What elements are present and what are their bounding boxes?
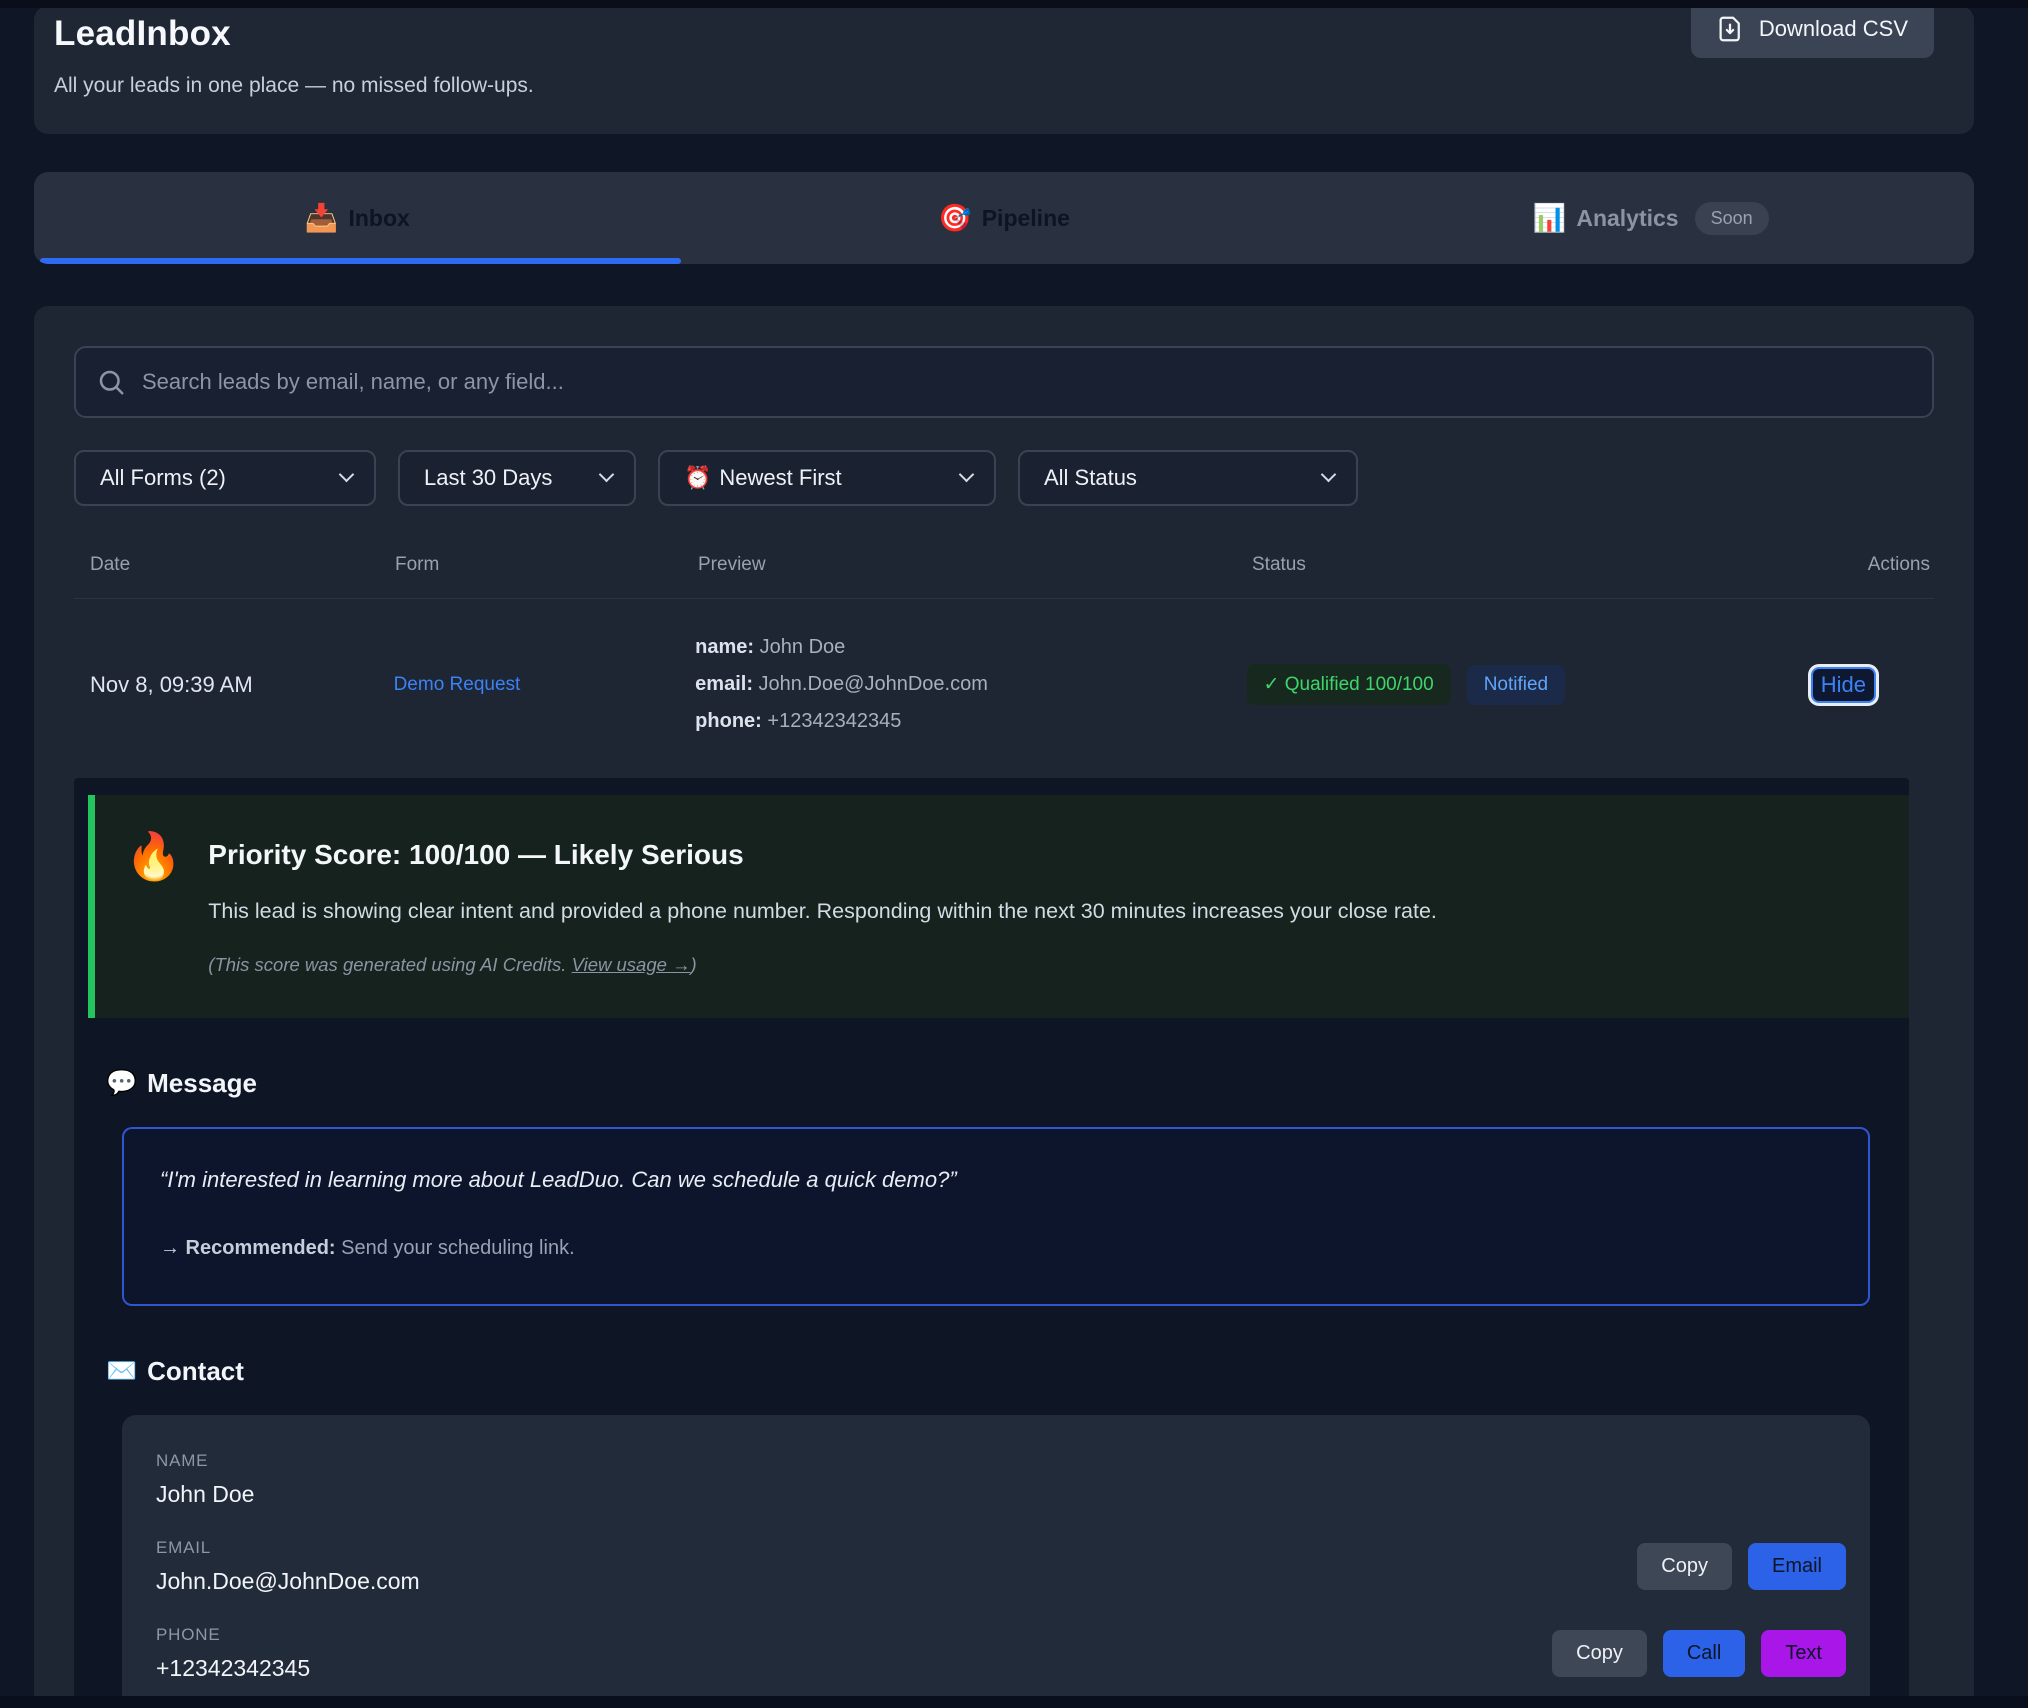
alarm-clock-icon: ⏰: [684, 465, 711, 491]
recommended-action: → Recommended: Send your scheduling link…: [160, 1237, 1826, 1260]
lead-detail-panel: 🔥 Priority Score: 100/100 — Likely Serio…: [74, 778, 1909, 1708]
date-range-value: Last 30 Days: [424, 465, 552, 491]
message-quote-box: “I'm interested in learning more about L…: [122, 1127, 1870, 1306]
lead-message-quote: “I'm interested in learning more about L…: [160, 1167, 1826, 1193]
copy-email-button[interactable]: Copy: [1637, 1543, 1732, 1590]
message-heading: Message: [147, 1068, 257, 1099]
email-value: John.Doe@JohnDoe.com: [156, 1568, 420, 1595]
preview-email-label: email:: [695, 673, 753, 695]
filters-row: All Forms (2) Last 30 Days ⏰ Newest Firs…: [74, 450, 1934, 506]
tab-pipeline-label: Pipeline: [982, 205, 1070, 232]
name-value: John Doe: [156, 1481, 254, 1508]
call-button[interactable]: Call: [1663, 1630, 1745, 1677]
bar-chart-icon: 📊: [1533, 205, 1567, 232]
page-title: LeadInbox: [54, 14, 1934, 54]
search-icon: [96, 367, 126, 397]
phone-label: PHONE: [156, 1625, 310, 1645]
forms-filter-select[interactable]: All Forms (2): [74, 450, 376, 506]
copy-phone-button[interactable]: Copy: [1552, 1630, 1647, 1677]
ai-credits-note: (This score was generated using AI Credi…: [208, 954, 1437, 976]
fire-icon: 🔥: [125, 829, 182, 976]
soon-badge: Soon: [1695, 202, 1769, 235]
contact-row-phone: PHONE +12342342345 Copy Call Text: [156, 1625, 1846, 1682]
status-filter-value: All Status: [1044, 465, 1137, 491]
tab-inbox-label: Inbox: [348, 205, 409, 232]
text-button[interactable]: Text: [1761, 1630, 1846, 1677]
search-input[interactable]: [74, 346, 1934, 418]
download-csv-label: Download CSV: [1759, 16, 1908, 42]
preview-name-value: John Doe: [760, 636, 846, 658]
inbox-tray-icon: 📥: [305, 205, 339, 232]
chevron-down-icon: [339, 467, 355, 483]
leadinbox-page: LeadInbox All your leads in one place — …: [34, 6, 1974, 1708]
tab-analytics[interactable]: 📊 Analytics Soon: [1327, 172, 1974, 264]
column-status: Status: [1236, 554, 1819, 576]
tab-analytics-label: Analytics: [1576, 205, 1678, 232]
contact-card: NAME John Doe EMAIL John.Doe@JohnDoe.com…: [122, 1415, 1870, 1708]
view-usage-link[interactable]: View usage →: [572, 954, 691, 975]
message-section: 💬 Message “I'm interested in learning mo…: [106, 1068, 1870, 1306]
preview-phone-value: +12342342345: [767, 710, 901, 732]
check-icon: ✓: [1264, 674, 1280, 695]
table-row[interactable]: Nov 8, 09:39 AM Demo Request name: John …: [74, 599, 1934, 774]
email-label: EMAIL: [156, 1538, 420, 1558]
active-tab-underline: [40, 258, 681, 264]
chevron-down-icon: [959, 467, 975, 483]
target-icon: 🎯: [938, 205, 972, 232]
table-header: Date Form Preview Status Actions: [74, 554, 1934, 599]
contact-section: ✉️ Contact NAME John Doe EMAIL John.Doe@…: [106, 1356, 1870, 1708]
status-filter-select[interactable]: All Status: [1018, 450, 1358, 506]
sort-order-select[interactable]: ⏰ Newest First: [658, 450, 996, 506]
lead-status: ✓ Qualified 100/100 Notified: [1231, 664, 1811, 705]
page-subtitle: All your leads in one place — no missed …: [54, 74, 1934, 98]
contact-heading: Contact: [147, 1356, 244, 1387]
tab-inbox[interactable]: 📥 Inbox: [34, 172, 681, 264]
tab-pipeline[interactable]: 🎯 Pipeline: [681, 172, 1328, 264]
leads-card: All Forms (2) Last 30 Days ⏰ Newest Firs…: [34, 306, 1974, 1708]
column-form: Form: [379, 554, 682, 576]
tab-bar: 📥 Inbox 🎯 Pipeline 📊 Analytics Soon: [34, 172, 1974, 264]
envelope-icon: ✉️: [106, 1357, 137, 1386]
date-range-select[interactable]: Last 30 Days: [398, 450, 636, 506]
preview-email-value: John.Doe@JohnDoe.com: [759, 673, 988, 695]
name-label: NAME: [156, 1451, 254, 1471]
forms-filter-value: All Forms (2): [100, 465, 226, 491]
chevron-down-icon: [1321, 467, 1337, 483]
download-csv-button[interactable]: Download CSV: [1691, 0, 1934, 58]
priority-score-title: Priority Score: 100/100 — Likely Serious: [208, 839, 1437, 871]
priority-score-body: This lead is showing clear intent and pr…: [208, 899, 1437, 924]
preview-phone-label: phone:: [695, 710, 762, 732]
lead-date: Nov 8, 09:39 AM: [74, 672, 378, 698]
priority-score-callout: 🔥 Priority Score: 100/100 — Likely Serio…: [88, 795, 1909, 1018]
sort-order-value: Newest First: [719, 465, 841, 491]
email-button[interactable]: Email: [1748, 1543, 1846, 1590]
preview-name-label: name:: [695, 636, 754, 658]
contact-row-email: EMAIL John.Doe@JohnDoe.com Copy Email: [156, 1538, 1846, 1595]
lead-preview: name: John Doe email: John.Doe@JohnDoe.c…: [679, 629, 1230, 740]
column-actions: Actions: [1819, 554, 1934, 576]
hide-button[interactable]: Hide: [1811, 667, 1876, 703]
phone-value: +12342342345: [156, 1655, 310, 1682]
window-bottom-edge: [0, 1696, 2028, 1708]
search-bar: [74, 346, 1934, 418]
download-file-icon: [1715, 14, 1745, 44]
chevron-down-icon: [599, 467, 615, 483]
notified-badge: Notified: [1467, 665, 1565, 705]
header-card: LeadInbox All your leads in one place — …: [34, 6, 1974, 134]
column-date: Date: [74, 554, 379, 576]
contact-row-name: NAME John Doe: [156, 1451, 1846, 1508]
speech-bubble-icon: 💬: [106, 1069, 137, 1098]
window-top-edge: [0, 0, 2028, 8]
qualified-badge: ✓ Qualified 100/100: [1247, 664, 1451, 705]
column-preview: Preview: [682, 554, 1236, 576]
form-name-link[interactable]: Demo Request: [394, 674, 521, 695]
